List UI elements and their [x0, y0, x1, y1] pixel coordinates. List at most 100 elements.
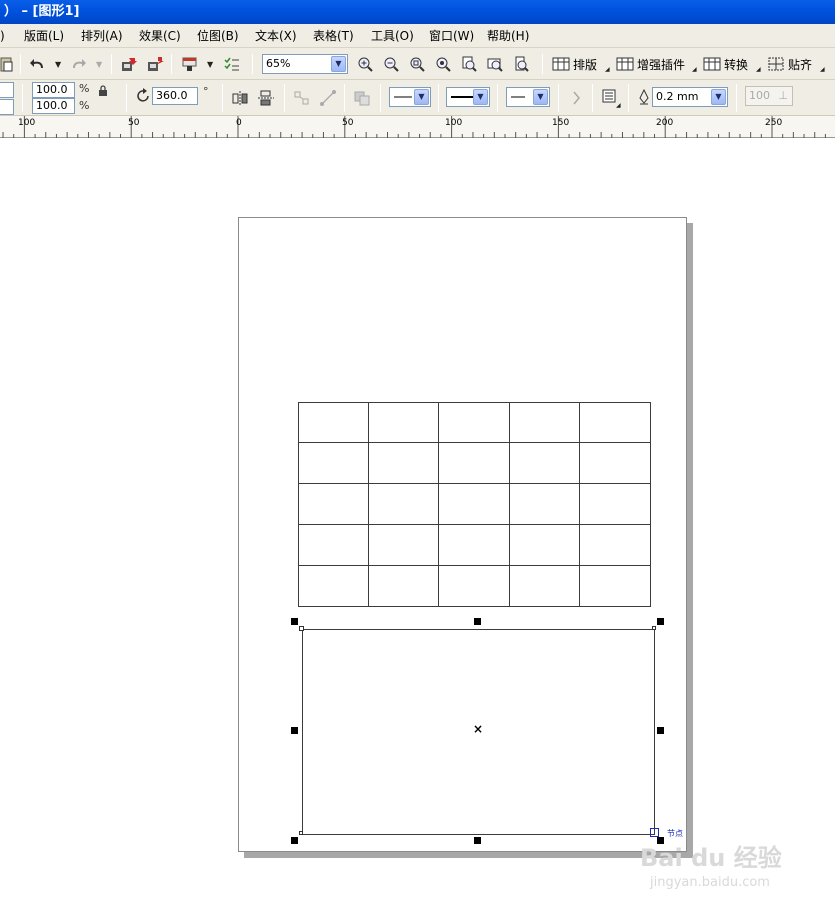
rotation-angle-field[interactable]: 360.0 — [152, 87, 198, 105]
outline-style-dropdown-icon[interactable]: ▼ — [473, 89, 488, 105]
table-cell[interactable] — [369, 566, 440, 607]
table-object[interactable] — [298, 402, 651, 607]
zoom-page-icon[interactable] — [459, 54, 479, 74]
snap-button[interactable]: 贴齐 — [767, 54, 812, 74]
snap-dropdown-icon[interactable]: ◢ — [820, 66, 825, 73]
menu-item-layout[interactable]: 版面(L) — [24, 28, 64, 44]
outline-width-combo[interactable]: 0.2 mm ▼ — [652, 87, 728, 107]
table-cell[interactable] — [510, 566, 581, 607]
zoom-page-width-icon[interactable] — [485, 54, 505, 74]
position-y-field-partial[interactable] — [0, 99, 14, 115]
menu-item-partial[interactable]: ) — [0, 28, 5, 44]
horizontal-ruler[interactable]: 100 50 0 50 100 150 200 250 — [0, 116, 835, 138]
menu-item-table[interactable]: 表格(T) — [313, 28, 354, 44]
scale-x-field[interactable]: 100.0 — [32, 82, 75, 98]
table-cell[interactable] — [368, 484, 440, 525]
disabled-value-field: 100 ⊥ — [745, 86, 793, 106]
layout-dropdown-icon[interactable]: ◢ — [605, 66, 610, 73]
position-x-field-partial[interactable] — [0, 82, 14, 98]
table-cell[interactable] — [439, 443, 510, 484]
menu-item-arrange[interactable]: 排列(A) — [81, 28, 123, 44]
zoom-selected-icon[interactable] — [407, 54, 427, 74]
ruler-label: 200 — [656, 118, 674, 128]
table-cell[interactable] — [439, 484, 510, 525]
outline-pen-icon — [634, 87, 654, 107]
table-cell[interactable] — [509, 525, 581, 566]
zoom-level-value: 65% — [266, 57, 291, 70]
rotation-center-mark[interactable]: × — [473, 722, 483, 736]
menu-item-window[interactable]: 窗口(W) — [429, 28, 474, 44]
end-arrow-dropdown-icon[interactable]: ▼ — [533, 89, 548, 105]
table-cell[interactable] — [298, 443, 369, 484]
menu-item-bitmaps[interactable]: 位图(B) — [197, 28, 239, 44]
menu-item-tools[interactable]: 工具(O) — [371, 28, 414, 44]
convert-dropdown-icon[interactable]: ◢ — [756, 66, 761, 73]
title-bar: ） – [图形1] — [0, 0, 835, 24]
table-cell[interactable] — [298, 402, 369, 443]
table-cell[interactable] — [439, 525, 510, 566]
rectangle-node-bottom-left[interactable] — [299, 831, 303, 835]
mirror-vertical-icon[interactable] — [256, 88, 276, 108]
table-cell[interactable] — [298, 525, 369, 566]
table-cell[interactable] — [298, 484, 369, 525]
mirror-horizontal-icon[interactable] — [230, 88, 250, 108]
table-cell[interactable] — [509, 443, 581, 484]
start-arrow-dropdown-icon[interactable]: ▼ — [414, 89, 429, 105]
selection-handle-top[interactable] — [474, 618, 481, 625]
table-cell[interactable] — [580, 566, 651, 607]
checklist-icon[interactable] — [222, 54, 242, 74]
end-arrow-combo[interactable]: ▼ — [506, 87, 550, 107]
table-cell[interactable] — [439, 566, 510, 607]
menu-item-help[interactable]: 帮助(H) — [487, 28, 529, 44]
table-cell[interactable] — [580, 443, 651, 484]
menu-item-effects[interactable]: 效果(C) — [139, 28, 181, 44]
table-cell[interactable] — [298, 566, 369, 607]
zoom-out-icon[interactable] — [381, 54, 401, 74]
lock-ratio-icon[interactable] — [96, 84, 110, 98]
zoom-in-icon[interactable] — [355, 54, 375, 74]
zoom-level-combo[interactable]: 65% ▼ — [262, 54, 348, 74]
import-icon[interactable] — [119, 54, 139, 74]
zoom-dropdown-icon[interactable]: ▼ — [331, 56, 346, 72]
node-icon — [650, 828, 659, 837]
paste-icon[interactable] — [0, 54, 16, 74]
export-icon[interactable] — [145, 54, 165, 74]
plugin-dropdown-icon[interactable]: ◢ — [692, 66, 697, 73]
selection-handle-left[interactable] — [291, 727, 298, 734]
convert-grid-icon — [703, 57, 721, 71]
application-launcher-icon[interactable] — [180, 54, 200, 74]
undo-icon[interactable] — [28, 54, 48, 74]
selection-handle-bottom-left[interactable] — [291, 837, 298, 844]
zoom-page-height-icon[interactable] — [511, 54, 531, 74]
table-cell[interactable] — [439, 402, 510, 443]
selection-handle-right[interactable] — [657, 727, 664, 734]
scale-y-field[interactable]: 100.0 — [32, 98, 75, 114]
ruler-ticks — [2, 116, 826, 138]
table-cell[interactable] — [368, 443, 440, 484]
table-cell[interactable] — [368, 525, 440, 566]
start-arrow-combo[interactable]: ▼ — [389, 87, 431, 107]
table-cell[interactable] — [509, 484, 581, 525]
table-cell[interactable] — [580, 525, 651, 566]
selection-handle-top-right[interactable] — [657, 618, 664, 625]
to-front-dropdown-icon[interactable]: ◢ — [616, 102, 621, 109]
convert-button[interactable]: 转换 — [703, 54, 748, 74]
outline-style-combo[interactable]: ▼ — [446, 87, 490, 107]
table-cell[interactable] — [580, 402, 651, 443]
table-cell[interactable] — [368, 402, 440, 443]
menu-item-text[interactable]: 文本(X) — [255, 28, 297, 44]
rectangle-node-top-left[interactable] — [299, 626, 304, 631]
selection-handle-top-left[interactable] — [291, 618, 298, 625]
table-cell[interactable] — [509, 402, 581, 443]
selection-handle-bottom[interactable] — [474, 837, 481, 844]
outline-width-dropdown-icon[interactable]: ▼ — [711, 89, 726, 105]
table-cell[interactable] — [580, 484, 651, 525]
enhanced-plugin-label: 增强插件 — [637, 57, 686, 72]
undo-dropdown-icon[interactable]: ▼ — [55, 60, 61, 69]
enhanced-plugin-button[interactable]: 增强插件 — [616, 54, 685, 74]
layout-button[interactable]: 排版 — [552, 54, 597, 74]
convert-button-label: 转换 — [724, 57, 749, 72]
rectangle-node-top-right[interactable] — [652, 626, 656, 630]
zoom-all-objects-icon[interactable] — [433, 54, 453, 74]
launcher-dropdown-icon[interactable]: ▼ — [207, 60, 213, 69]
